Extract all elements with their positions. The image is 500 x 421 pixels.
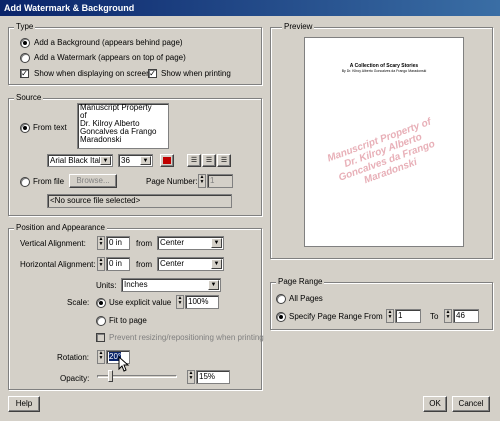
- show-printing-label[interactable]: Show when printing: [161, 69, 231, 78]
- source-group-label: Source: [14, 93, 44, 102]
- use-explicit-label[interactable]: Use explicit value: [109, 298, 171, 307]
- rotation-spinner[interactable]: ▲ ▼: [97, 350, 105, 364]
- text-line: Maradonski: [80, 135, 122, 144]
- align-center-button[interactable]: ☰: [202, 154, 216, 167]
- horizontal-anchor-value: Center: [160, 259, 185, 268]
- align-left-button[interactable]: ☰: [187, 154, 201, 167]
- show-screen-label[interactable]: Show when displaying on screen: [34, 69, 151, 78]
- page-number-spinner[interactable]: ▲ ▼: [198, 174, 206, 188]
- page-range-group-label: Page Range: [276, 277, 325, 286]
- text-line: Manuscript Property: [80, 103, 152, 112]
- type-group-label: Type: [14, 22, 36, 31]
- opacity-slider[interactable]: [97, 370, 177, 384]
- range-from-spinner[interactable]: ▲ ▼: [386, 309, 394, 323]
- units-label: Units:: [96, 281, 117, 290]
- scale-label: Scale:: [67, 298, 90, 307]
- source-file-status-text: <No source file selected>: [50, 196, 141, 205]
- fit-to-page-radio[interactable]: [96, 316, 106, 326]
- help-button[interactable]: Help: [8, 396, 40, 412]
- vertical-value-field[interactable]: 0 in: [106, 236, 130, 250]
- page-number-value: 1: [210, 176, 215, 185]
- horizontal-alignment-label: Horizontal Alignment:: [20, 260, 96, 269]
- all-pages-radio[interactable]: [276, 294, 286, 304]
- scale-spinner[interactable]: ▲ ▼: [176, 295, 184, 309]
- from-file-radio[interactable]: [20, 177, 30, 187]
- prevent-resizing-label[interactable]: Prevent resizing/repositioning when prin…: [109, 333, 264, 342]
- specify-range-label[interactable]: Specify Page Range: [289, 312, 362, 321]
- scale-value: 100%: [188, 297, 209, 306]
- chevron-down-icon[interactable]: ▼: [208, 280, 219, 290]
- show-screen-checkbox[interactable]: ✓: [20, 69, 29, 78]
- chevron-down-icon[interactable]: ▼: [211, 259, 222, 269]
- opacity-slider-thumb[interactable]: [108, 370, 113, 382]
- watermark-text-area[interactable]: Manuscript Property of Dr. Kilroy Albert…: [77, 103, 169, 149]
- use-explicit-radio[interactable]: [96, 298, 106, 308]
- page-number-label: Page Number:: [146, 177, 198, 186]
- opacity-spinner[interactable]: ▲ ▼: [187, 370, 195, 384]
- add-background-radio[interactable]: [20, 38, 30, 48]
- color-swatch-button[interactable]: [160, 154, 174, 167]
- vertical-anchor-dropdown[interactable]: Center ▼: [157, 236, 224, 250]
- window-title: Add Watermark & Background: [4, 3, 135, 13]
- color-swatch: [163, 157, 171, 164]
- source-file-status: <No source file selected>: [47, 194, 232, 208]
- chevron-down-icon[interactable]: ▼: [140, 156, 151, 165]
- horizontal-spinner[interactable]: ▲ ▼: [97, 257, 105, 271]
- page-number-field[interactable]: 1: [207, 174, 233, 188]
- units-dropdown[interactable]: Inches ▼: [121, 278, 221, 292]
- from-text-label[interactable]: From text: [33, 123, 67, 132]
- show-printing-checkbox[interactable]: ✓: [148, 69, 157, 78]
- horizontal-from-label: from: [136, 260, 152, 269]
- position-group-label: Position and Appearance: [14, 223, 107, 232]
- horizontal-value-field[interactable]: 0 in: [106, 257, 130, 271]
- opacity-label: Opacity:: [60, 374, 90, 383]
- preview-page: A Collection of Scary Stories By Dr. Kil…: [304, 37, 464, 247]
- chevron-down-icon[interactable]: ▼: [100, 156, 111, 165]
- add-watermark-label[interactable]: Add a Watermark (appears on top of page): [34, 53, 186, 62]
- from-file-label[interactable]: From file: [33, 177, 64, 186]
- range-from-label: From: [364, 312, 383, 321]
- chevron-down-icon[interactable]: ▼: [211, 238, 222, 248]
- vertical-from-label: from: [136, 239, 152, 248]
- vertical-spinner[interactable]: ▲ ▼: [97, 236, 105, 250]
- horizontal-value: 0 in: [109, 259, 122, 268]
- range-to-value: 46: [456, 311, 465, 320]
- preview-doc-subtitle: By Dr. Kilroy Alberto Goncalves da Frang…: [341, 69, 427, 73]
- vertical-value: 0 in: [109, 238, 122, 247]
- font-dropdown[interactable]: Arial Black Italic ▼: [47, 154, 113, 167]
- range-to-field[interactable]: 46: [453, 309, 479, 323]
- range-to-spinner[interactable]: ▲ ▼: [444, 309, 452, 323]
- from-text-radio[interactable]: [20, 123, 30, 133]
- add-background-label[interactable]: Add a Background (appears behind page): [34, 38, 183, 47]
- scale-value-field[interactable]: 100%: [185, 295, 219, 309]
- horizontal-anchor-dropdown[interactable]: Center ▼: [157, 257, 224, 271]
- range-from-value: 1: [398, 311, 403, 320]
- cancel-button[interactable]: Cancel: [452, 396, 490, 412]
- position-group: [8, 228, 262, 390]
- ok-button[interactable]: OK: [423, 396, 447, 412]
- specify-range-radio[interactable]: [276, 312, 286, 322]
- align-right-button[interactable]: ☰: [217, 154, 231, 167]
- vertical-alignment-label: Vertical Alignment:: [20, 239, 86, 248]
- prevent-resizing-checkbox[interactable]: [96, 333, 105, 342]
- range-from-field[interactable]: 1: [395, 309, 421, 323]
- vertical-anchor-value: Center: [160, 238, 185, 247]
- browse-button[interactable]: Browse...: [69, 174, 117, 188]
- font-value: Arial Black Italic: [50, 156, 107, 165]
- rotation-label: Rotation:: [57, 353, 90, 362]
- title-bar: Add Watermark & Background: [0, 0, 500, 16]
- preview-watermark: Manuscript Property of Dr. Kilroy Albert…: [307, 110, 463, 203]
- size-dropdown[interactable]: 36 ▼: [118, 154, 153, 167]
- preview-group-label: Preview: [282, 22, 315, 31]
- opacity-value-field[interactable]: 15%: [196, 370, 230, 384]
- units-value: Inches: [124, 280, 148, 289]
- opacity-value: 15%: [199, 372, 216, 381]
- all-pages-label[interactable]: All Pages: [289, 294, 323, 303]
- add-watermark-radio[interactable]: [20, 53, 30, 63]
- size-value: 36: [121, 156, 130, 165]
- fit-to-page-label[interactable]: Fit to page: [109, 316, 147, 325]
- range-to-label: To: [430, 312, 439, 321]
